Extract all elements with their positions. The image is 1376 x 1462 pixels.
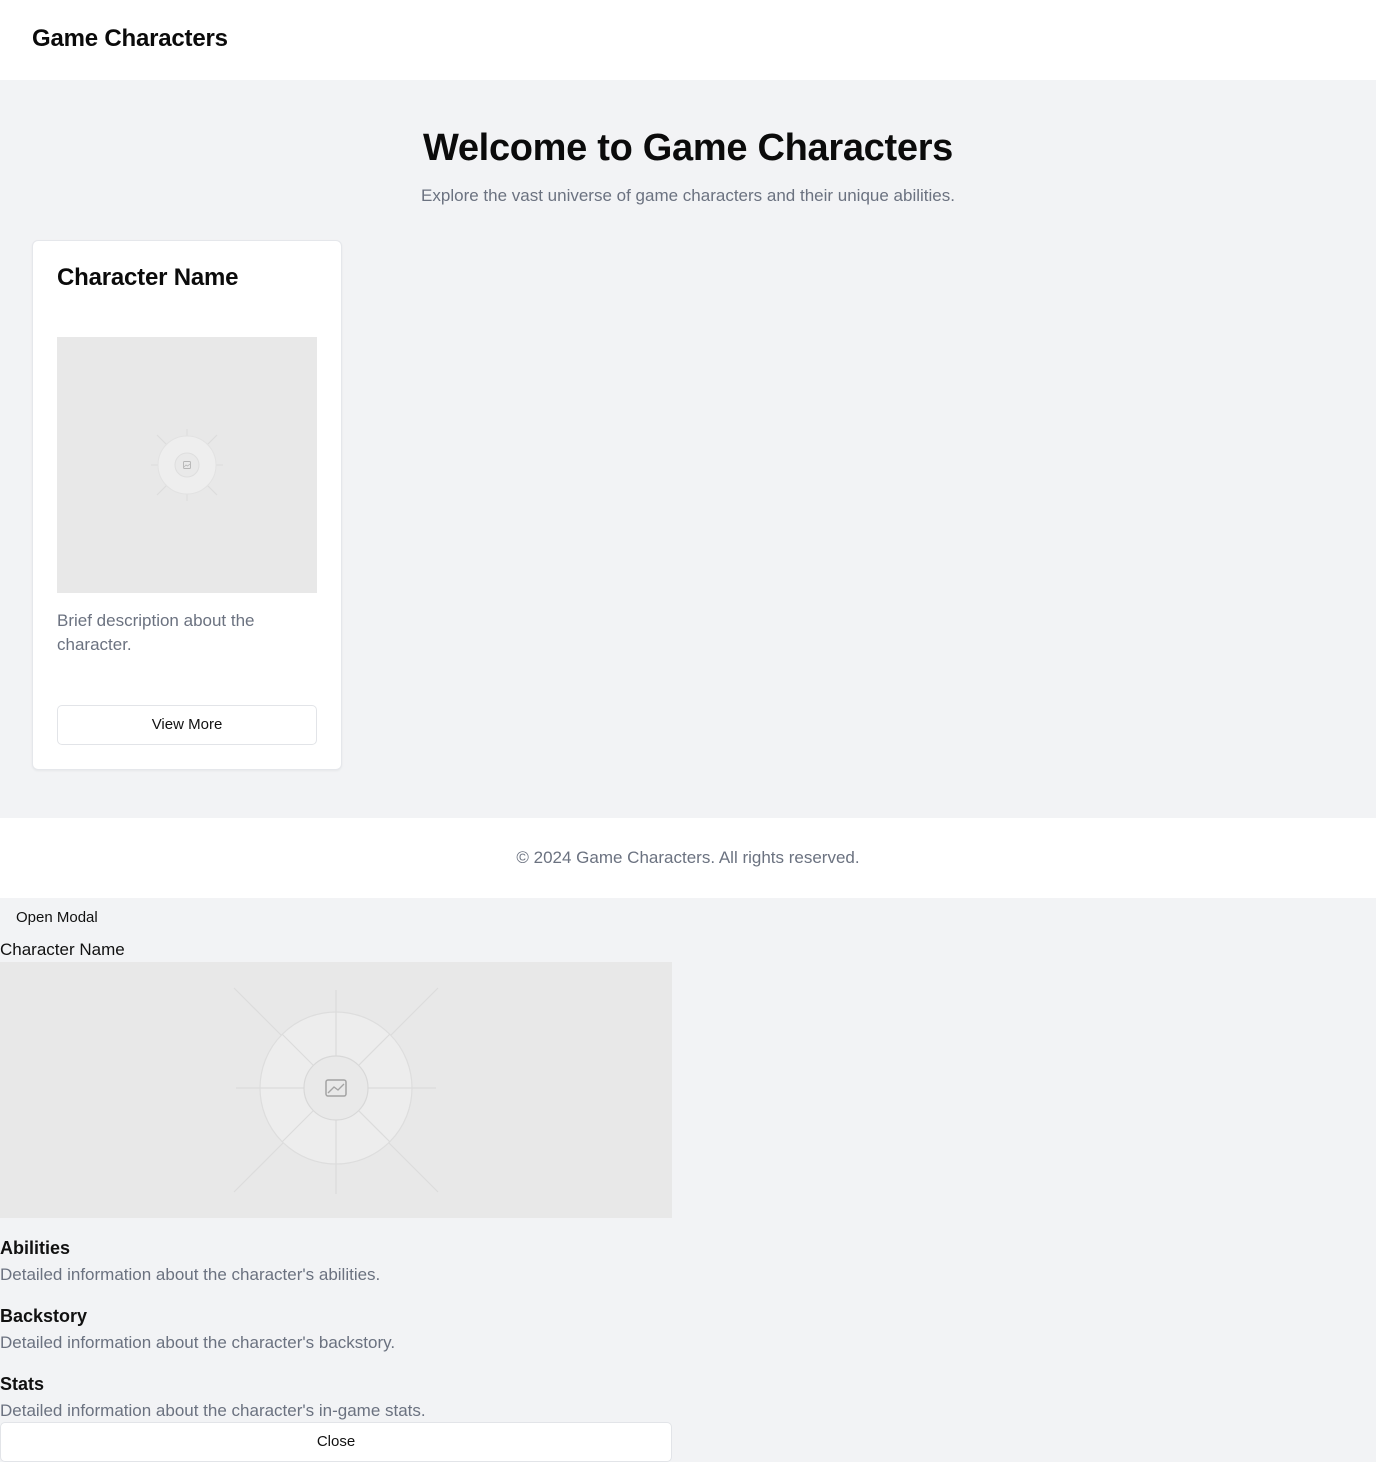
copyright-text: © 2024 Game Characters. All rights reser… (516, 848, 860, 867)
abilities-text: Detailed information about the character… (0, 1265, 381, 1284)
top-bar: Game Characters (0, 0, 1376, 80)
view-more-button[interactable]: View More (57, 705, 317, 745)
character-card: Character Name Brief description about t… (32, 240, 342, 770)
backstory-text: Detailed information about the character… (0, 1333, 396, 1352)
card-title: Character Name (57, 264, 239, 291)
modal-title: Character Name (0, 940, 125, 959)
card-description: Brief description about the character. (57, 611, 255, 654)
open-modal-button[interactable]: Open Modal (16, 908, 98, 928)
brand-title[interactable]: Game Characters (32, 24, 228, 54)
character-image (57, 337, 317, 593)
image-placeholder-icon (233, 987, 439, 1194)
footer: © 2024 Game Characters. All rights reser… (0, 818, 1376, 898)
hero-subtitle: Explore the vast universe of game charac… (421, 186, 955, 205)
hero-title: Welcome to Game Characters (422, 127, 954, 169)
stats-text: Detailed information about the character… (0, 1401, 426, 1420)
stats-heading: Stats (0, 1374, 45, 1394)
abilities-heading: Abilities (0, 1238, 71, 1258)
close-button[interactable]: Close (0, 1422, 672, 1462)
image-placeholder-icon (151, 429, 223, 501)
modal-character-image (0, 962, 672, 1218)
backstory-heading: Backstory (0, 1306, 88, 1326)
